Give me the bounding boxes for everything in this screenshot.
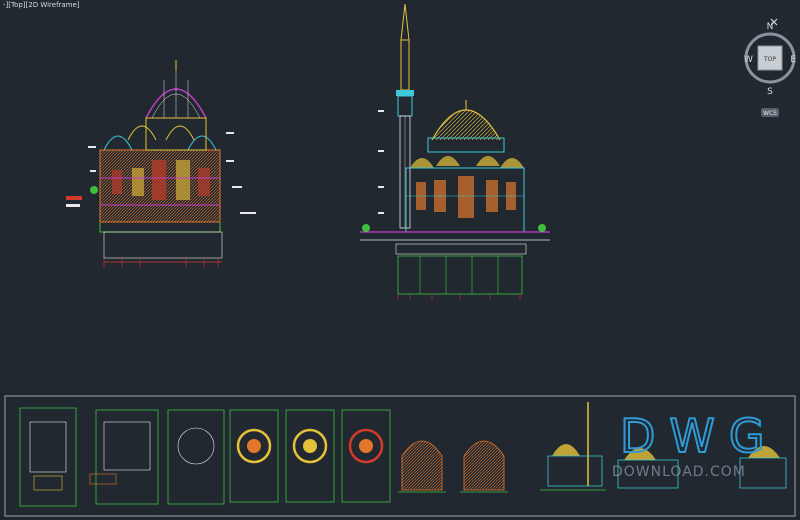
thumbnail-floor-plan-3 [167,409,225,505]
viewcube-east: E [790,55,796,65]
watermark-main: DWG [620,409,779,463]
viewcube-face-label: TOP [763,56,776,63]
thumbnail-section-1 [398,440,446,493]
thumbnail-roof-plan-1 [229,409,279,503]
mosque-elevation-drawing [360,3,550,300]
drawing-canvas[interactable]: DWG DOWNLOAD.COM [0,0,800,520]
thumbnail-elevation-1 [540,402,606,491]
viewcube-south: S [767,87,773,97]
thumbnail-roof-plan-3 [341,409,391,503]
thumbnail-floor-plan-1 [19,407,77,507]
thumbnail-section-2 [460,440,508,493]
viewcube-icon[interactable]: TOP N S E W WCS [742,20,798,120]
thumbnail-roof-plan-2 [285,409,335,503]
close-icon[interactable] [770,18,778,26]
thumbnail-floor-plan-2 [89,409,159,505]
watermark-sub: DOWNLOAD.COM [612,464,746,480]
wcs-label: WCS [763,110,777,117]
dwg-watermark: DWG DOWNLOAD.COM [612,408,779,480]
viewcube-west: W [744,55,753,65]
mosque-section-drawing [66,60,256,268]
